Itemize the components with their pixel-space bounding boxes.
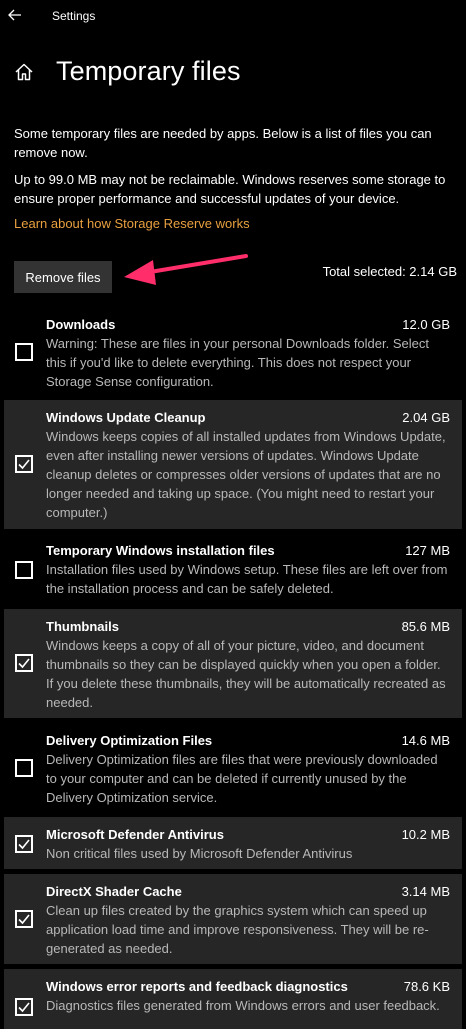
item-description: Windows keeps copies of all installed up… [46, 429, 446, 520]
item-size: 127 MB [405, 543, 450, 558]
intro-text: Some temporary files are needed by apps.… [14, 126, 432, 160]
item-description: Non critical files used by Microsoft Def… [46, 846, 353, 861]
item-checkbox[interactable] [15, 998, 33, 1016]
app-title: Settings [52, 9, 96, 23]
page-title: Temporary files [56, 56, 241, 86]
item-size: 10.2 MB [401, 827, 450, 842]
item-checkbox[interactable] [15, 759, 33, 777]
item-description: Windows keeps a copy of all of your pict… [46, 638, 446, 710]
item-size: 2.04 GB [402, 410, 450, 425]
reserve-note: Up to 99.0 MB may not be reclaimable. Wi… [14, 172, 446, 206]
item-size: 85.6 MB [401, 619, 450, 634]
item-description: Installation files used by Windows setup… [46, 562, 448, 596]
item-title: Thumbnails [46, 619, 119, 634]
item-size: 14.6 MB [401, 733, 450, 748]
file-category-item[interactable]: Temporary Windows installation files 127 … [4, 533, 462, 604]
item-description: Clean up files created by the graphics s… [46, 903, 429, 956]
item-checkbox[interactable] [15, 455, 33, 473]
item-title: Delivery Optimization Files [46, 733, 213, 748]
back-arrow-icon[interactable] [7, 7, 23, 23]
item-title: Windows Update Cleanup [46, 410, 206, 425]
item-checkbox[interactable] [15, 654, 33, 672]
file-category-item[interactable]: Delivery Optimization Files 14.6 MB Delive… [4, 723, 462, 811]
item-title: Microsoft Defender Antivirus [46, 827, 224, 842]
file-category-item[interactable]: Downloads 12.0 GB Warning: These are files… [4, 307, 462, 395]
file-category-item[interactable]: Thumbnails 85.6 MB Windows keeps a copy of… [4, 609, 462, 718]
item-description: Delivery Optimization files are files th… [46, 752, 438, 805]
item-title: Downloads [46, 317, 116, 332]
item-description: Warning: These are files in your persona… [46, 336, 429, 389]
item-title: Temporary Windows installation files [46, 543, 275, 558]
item-title: Windows error reports and feedback diagn… [46, 979, 348, 994]
file-category-item[interactable]: DirectX Shader Cache 3.14 MB Clean up file… [4, 874, 462, 964]
home-icon[interactable] [14, 62, 34, 82]
item-description: Diagnostics files generated from Windows… [46, 998, 440, 1013]
item-size: 78.6 KB [403, 979, 450, 994]
total-selected: Total selected: 2.14 GB [322, 264, 457, 279]
item-checkbox[interactable] [15, 835, 33, 853]
item-checkbox[interactable] [15, 561, 33, 579]
file-category-item[interactable]: Windows Update Cleanup 2.04 GB Windows kee… [4, 400, 462, 529]
item-title: DirectX Shader Cache [46, 884, 182, 899]
item-size: 3.14 MB [401, 884, 450, 899]
item-checkbox[interactable] [15, 910, 33, 928]
remove-files-button[interactable]: Remove files [14, 261, 112, 293]
item-size: 12.0 GB [402, 317, 450, 332]
file-category-item[interactable]: Windows error reports and feedback diagn… [4, 969, 462, 1029]
storage-reserve-link[interactable]: Learn about how Storage Reserve works [14, 216, 250, 231]
item-checkbox[interactable] [15, 343, 33, 361]
title-bar: Settings [0, 0, 466, 32]
annotation-arrow-icon [124, 254, 248, 285]
file-category-item[interactable]: Microsoft Defender Antivirus 10.2 MB Non c… [4, 817, 462, 869]
